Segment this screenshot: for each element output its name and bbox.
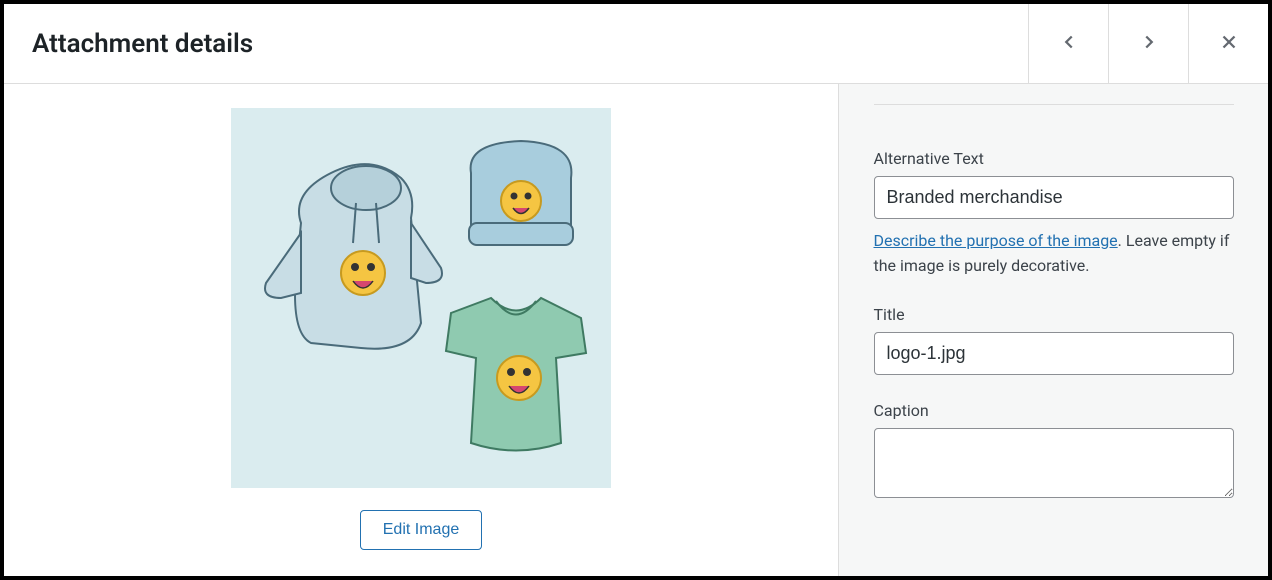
sidebar-inner: Alternative Text Describe the purpose of… xyxy=(874,104,1234,502)
caption-textarea[interactable] xyxy=(874,428,1234,498)
alt-text-input[interactable] xyxy=(874,176,1234,219)
title-input[interactable] xyxy=(874,332,1234,375)
caption-field: Caption xyxy=(874,401,1234,502)
title-field: Title xyxy=(874,305,1234,375)
header-controls xyxy=(1028,4,1268,83)
details-sidebar[interactable]: Alternative Text Describe the purpose of… xyxy=(838,84,1268,576)
modal-content: Edit Image Alternative Text Describe the… xyxy=(4,84,1268,576)
edit-image-button[interactable]: Edit Image xyxy=(360,510,482,550)
chevron-left-icon xyxy=(1058,31,1080,56)
preview-pane: Edit Image xyxy=(4,84,838,576)
attachment-details-modal: Attachment details xyxy=(4,4,1268,576)
chevron-right-icon xyxy=(1138,31,1160,56)
alt-text-label: Alternative Text xyxy=(874,149,1234,168)
caption-label: Caption xyxy=(874,401,1234,420)
title-label: Title xyxy=(874,305,1234,324)
close-icon xyxy=(1218,31,1240,56)
next-button[interactable] xyxy=(1108,4,1188,83)
close-button[interactable] xyxy=(1188,4,1268,83)
prev-button[interactable] xyxy=(1028,4,1108,83)
attachment-preview-image xyxy=(231,108,611,488)
page-title: Attachment details xyxy=(4,29,253,59)
alt-text-field: Alternative Text Describe the purpose of… xyxy=(874,149,1234,279)
alt-text-help-link[interactable]: Describe the purpose of the image xyxy=(874,231,1118,250)
alt-text-help: Describe the purpose of the image. Leave… xyxy=(874,229,1234,279)
merchandise-illustration xyxy=(241,123,601,473)
modal-header: Attachment details xyxy=(4,4,1268,84)
